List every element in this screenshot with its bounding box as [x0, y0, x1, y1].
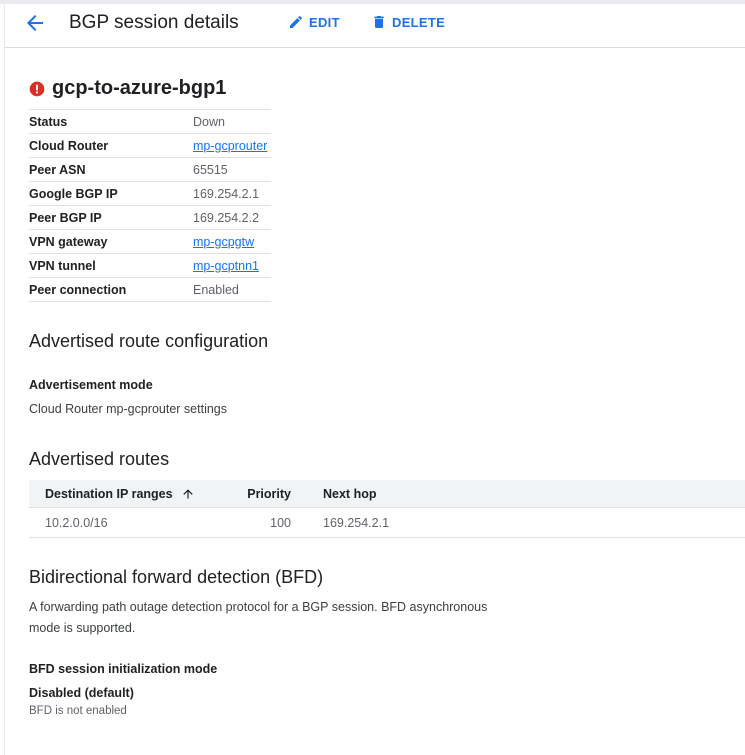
trash-icon [374, 16, 384, 28]
property-row: VPN tunnel mp-gcptnn1 [29, 253, 271, 278]
bfd-heading: Bidirectional forward detection (BFD) [29, 567, 324, 587]
bfd-init-mode-value: Disabled (default) [29, 686, 134, 700]
sort-arrow-up-icon[interactable] [181, 487, 195, 501]
advertised-routes-table: Destination IP ranges Priority Next hop … [29, 480, 745, 538]
back-arrow-icon[interactable] [23, 11, 47, 35]
property-key: Google BGP IP [29, 181, 193, 206]
property-key: Peer ASN [29, 157, 193, 182]
next-hop-cell: 169.254.2.1 [323, 515, 390, 530]
cloud-router-link[interactable]: mp-gcprouter [193, 139, 267, 153]
property-row: Peer BGP IP 169.254.2.2 [29, 205, 271, 230]
property-key: VPN gateway [29, 229, 193, 254]
delete-button[interactable]: DELETE [371, 14, 445, 30]
bfd-init-mode-note: BFD is not enabled [29, 705, 127, 717]
table-header: Destination IP ranges Priority Next hop [29, 480, 745, 508]
delete-label: DELETE [392, 14, 446, 30]
peer-bgp-ip-value: 169.254.2.2 [193, 205, 271, 230]
advertised-routes-heading: Advertised routes [29, 449, 170, 469]
session-properties-table: Status Down Cloud Router mp-gcprouter Pe… [29, 109, 271, 302]
pencil-icon [290, 15, 303, 28]
left-border [4, 4, 5, 755]
property-row: Cloud Router mp-gcprouter [29, 133, 271, 158]
peer-asn-value: 65515 [193, 157, 271, 182]
bfd-description-line1: A forwarding path outage detection proto… [29, 600, 488, 614]
property-row: Peer ASN 65515 [29, 157, 271, 182]
property-row: Google BGP IP 169.254.2.1 [29, 181, 271, 206]
page-title: BGP session details [69, 12, 239, 33]
property-row: Peer connection Enabled [29, 277, 271, 302]
status-value: Down [193, 109, 271, 134]
property-row: VPN gateway mp-gcpgtw [29, 229, 271, 254]
page-header: BGP session details EDIT DELETE [5, 4, 745, 48]
destination-cell: 10.2.0.0/16 [45, 515, 108, 530]
advertised-config-heading: Advertised route configuration [29, 331, 269, 351]
property-key: Peer connection [29, 277, 193, 302]
column-header-label: Destination IP ranges [45, 486, 173, 501]
vpn-gateway-link[interactable]: mp-gcpgtw [193, 235, 254, 249]
peer-connection-value: Enabled [193, 277, 271, 302]
advertisement-mode-value: Cloud Router mp-gcprouter settings [29, 402, 228, 416]
session-name: gcp-to-azure-bgp1 [52, 77, 227, 99]
advertisement-mode-label: Advertisement mode [29, 378, 153, 392]
property-key: Cloud Router [29, 133, 193, 158]
bfd-description-line2: mode is supported. [29, 621, 136, 635]
property-key: VPN tunnel [29, 253, 193, 278]
vpn-tunnel-link[interactable]: mp-gcptnn1 [193, 259, 259, 273]
error-icon [29, 81, 45, 96]
column-next-hop[interactable]: Next hop [323, 480, 376, 507]
bfd-init-mode-label: BFD session initialization mode [29, 662, 218, 676]
session-heading: gcp-to-azure-bgp1 [29, 77, 226, 100]
table-row: 10.2.0.0/16 100 169.254.2.1 [29, 508, 745, 538]
column-priority[interactable]: Priority [229, 480, 291, 507]
google-bgp-ip-value: 169.254.2.1 [193, 181, 271, 206]
column-destination[interactable]: Destination IP ranges [45, 480, 195, 507]
edit-button[interactable]: EDIT [288, 14, 340, 30]
property-key: Status [29, 109, 193, 134]
property-key: Peer BGP IP [29, 205, 193, 230]
priority-cell: 100 [270, 515, 291, 530]
property-row: Status Down [29, 109, 271, 134]
edit-label: EDIT [309, 14, 340, 30]
